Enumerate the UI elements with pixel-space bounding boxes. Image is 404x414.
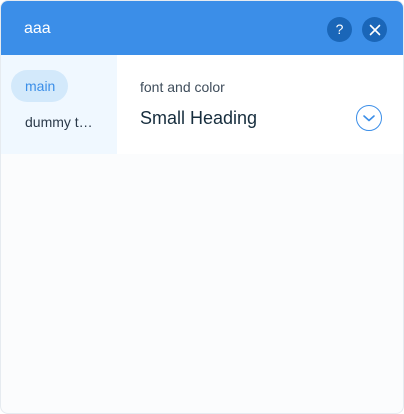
- svg-text:?: ?: [336, 21, 344, 37]
- close-button[interactable]: [362, 17, 387, 42]
- sidebar-item-dummy[interactable]: dummy t…: [11, 106, 111, 138]
- chevron-down-icon: [363, 115, 375, 122]
- sidebar: main dummy t…: [1, 55, 117, 154]
- panel-content: main dummy t… font and color Small Headi…: [1, 55, 403, 154]
- font-style-dropdown-button[interactable]: [356, 105, 382, 131]
- font-style-select-value[interactable]: Small Heading: [140, 107, 257, 129]
- settings-panel: aaa ? main dummy t… font and color Small…: [0, 0, 404, 414]
- help-icon: ?: [336, 21, 344, 37]
- main-area: font and color Small Heading: [117, 55, 403, 154]
- panel-title: aaa: [24, 20, 51, 37]
- section-label: font and color: [140, 79, 225, 95]
- close-icon: [369, 24, 380, 35]
- help-button[interactable]: ?: [327, 17, 352, 42]
- sidebar-item-main[interactable]: main: [11, 70, 68, 102]
- panel-header: aaa ?: [1, 1, 403, 55]
